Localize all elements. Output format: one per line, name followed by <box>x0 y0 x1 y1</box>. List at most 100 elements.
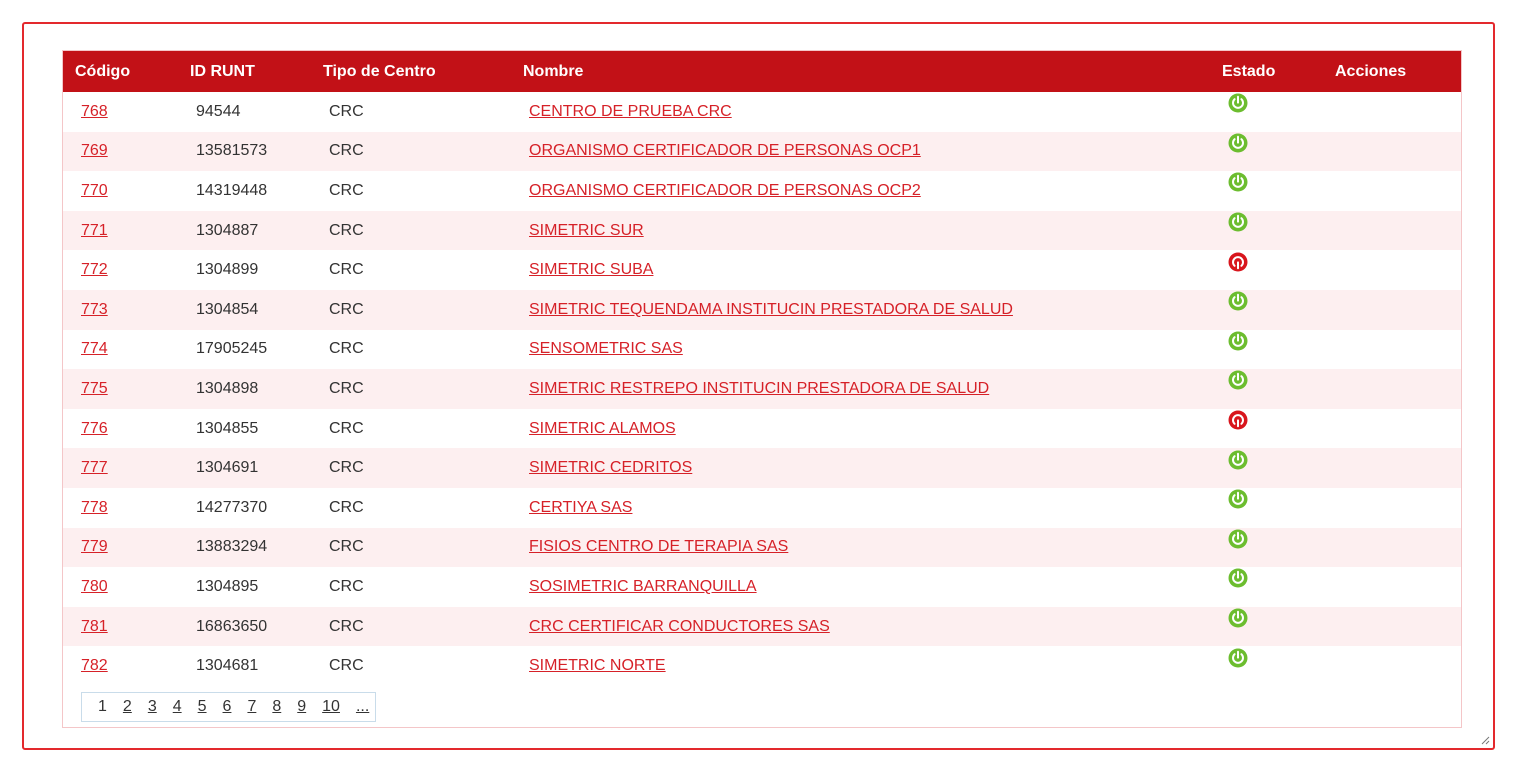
power-on-icon[interactable] <box>1228 93 1248 113</box>
codigo-link[interactable]: 779 <box>81 538 108 555</box>
codigo-link[interactable]: 771 <box>81 222 108 239</box>
cell-nombre: ORGANISMO CERTIFICADOR DE PERSONAS OCP2 <box>511 171 1210 211</box>
cell-estado <box>1210 92 1323 132</box>
codigo-link[interactable]: 770 <box>81 182 108 199</box>
codigo-link[interactable]: 769 <box>81 142 108 159</box>
cell-id-runt: 17905245 <box>178 329 311 370</box>
cell-nombre: SENSOMETRIC SAS <box>511 329 1210 370</box>
cell-id-runt: 16863650 <box>178 606 311 647</box>
power-on-icon[interactable] <box>1228 172 1248 192</box>
cell-acciones <box>1323 448 1461 488</box>
header-codigo[interactable]: Código <box>63 51 178 92</box>
codigo-link[interactable]: 782 <box>81 657 108 674</box>
nombre-link[interactable]: CERTIYA SAS <box>529 499 632 516</box>
nombre-link[interactable]: ORGANISMO CERTIFICADOR DE PERSONAS OCP1 <box>529 142 921 159</box>
cell-tipo-centro: CRC <box>311 646 511 686</box>
cell-codigo: 781 <box>63 606 178 647</box>
page-link[interactable]: 9 <box>297 698 306 716</box>
nombre-link[interactable]: SOSIMETRIC BARRANQUILLA <box>529 578 757 595</box>
codigo-link[interactable]: 781 <box>81 618 108 635</box>
nombre-link[interactable]: CENTRO DE PRUEBA CRC <box>529 103 732 120</box>
table-row: 778 14277370 CRC CERTIYA SAS <box>63 487 1461 528</box>
pagination: 1 2 3 4 5 6 7 8 9 10... <box>81 692 377 722</box>
page-link[interactable]: 6 <box>223 698 232 716</box>
table-header-row: Código ID RUNT Tipo de Centro Nombre Est… <box>63 51 1461 92</box>
power-on-icon[interactable] <box>1228 568 1248 588</box>
codigo-link[interactable]: 774 <box>81 340 108 357</box>
page-link[interactable]: 5 <box>198 698 207 716</box>
table-row: 782 1304681 CRC SIMETRIC NORTE <box>63 646 1461 686</box>
page-link[interactable]: 10 <box>322 698 340 716</box>
cell-nombre: ORGANISMO CERTIFICADOR DE PERSONAS OCP1 <box>511 131 1210 172</box>
codigo-link[interactable]: 773 <box>81 301 108 318</box>
cell-id-runt: 13883294 <box>178 527 311 568</box>
codigo-link[interactable]: 768 <box>81 103 108 120</box>
cell-codigo: 778 <box>63 487 178 528</box>
nombre-link[interactable]: SIMETRIC SUBA <box>529 261 653 278</box>
grid-container: Código ID RUNT Tipo de Centro Nombre Est… <box>22 22 1495 750</box>
nombre-link[interactable]: SIMETRIC TEQUENDAMA INSTITUCIN PRESTADOR… <box>529 301 1013 318</box>
power-on-icon[interactable] <box>1228 291 1248 311</box>
codigo-link[interactable]: 780 <box>81 578 108 595</box>
table-row: 777 1304691 CRC SIMETRIC CEDRITOS <box>63 448 1461 488</box>
page-link[interactable]: 2 <box>123 698 132 716</box>
power-on-icon[interactable] <box>1228 608 1248 628</box>
codigo-link[interactable]: 775 <box>81 380 108 397</box>
codigo-link[interactable]: 777 <box>81 459 108 476</box>
cell-acciones <box>1323 250 1461 290</box>
cell-acciones <box>1323 646 1461 686</box>
power-on-icon[interactable] <box>1228 212 1248 232</box>
nombre-link[interactable]: SIMETRIC RESTREPO INSTITUCIN PRESTADORA … <box>529 380 989 397</box>
codigo-link[interactable]: 778 <box>81 499 108 516</box>
cell-nombre: SIMETRIC NORTE <box>511 646 1210 686</box>
power-on-icon[interactable] <box>1228 648 1248 668</box>
cell-acciones <box>1323 329 1461 370</box>
cell-estado <box>1210 369 1323 409</box>
nombre-link[interactable]: SIMETRIC NORTE <box>529 657 666 674</box>
power-off-icon[interactable] <box>1228 252 1248 272</box>
power-on-icon[interactable] <box>1228 331 1248 351</box>
cell-estado <box>1210 567 1323 607</box>
codigo-link[interactable]: 776 <box>81 420 108 437</box>
header-tipo-centro[interactable]: Tipo de Centro <box>311 51 511 92</box>
data-grid: Código ID RUNT Tipo de Centro Nombre Est… <box>62 50 1462 728</box>
nombre-link[interactable]: FISIOS CENTRO DE TERAPIA SAS <box>529 538 788 555</box>
page-link[interactable]: 4 <box>173 698 182 716</box>
cell-tipo-centro: CRC <box>311 92 511 132</box>
power-on-icon[interactable] <box>1228 529 1248 549</box>
cell-id-runt: 13581573 <box>178 131 311 172</box>
cell-acciones <box>1323 408 1461 449</box>
nombre-link[interactable]: SIMETRIC CEDRITOS <box>529 459 692 476</box>
header-id-runt[interactable]: ID RUNT <box>178 51 311 92</box>
table-row: 770 14319448 CRC ORGANISMO CERTIFICADOR DE … <box>63 171 1461 211</box>
table-row: 775 1304898 CRC SIMETRIC RESTREPO INSTITUCI… <box>63 369 1461 409</box>
nombre-link[interactable]: ORGANISMO CERTIFICADOR DE PERSONAS OCP2 <box>529 182 921 199</box>
cell-acciones <box>1323 289 1461 330</box>
power-off-icon[interactable] <box>1228 410 1248 430</box>
page-more-link[interactable]: ... <box>356 698 369 716</box>
codigo-link[interactable]: 772 <box>81 261 108 278</box>
page-link[interactable]: 3 <box>148 698 157 716</box>
cell-estado <box>1210 289 1323 330</box>
resize-grip-icon[interactable] <box>1480 735 1490 745</box>
nombre-link[interactable]: SENSOMETRIC SAS <box>529 340 683 357</box>
nombre-link[interactable]: SIMETRIC SUR <box>529 222 644 239</box>
power-on-icon[interactable] <box>1228 370 1248 390</box>
page-link[interactable]: 8 <box>272 698 281 716</box>
cell-nombre: FISIOS CENTRO DE TERAPIA SAS <box>511 527 1210 568</box>
page-link[interactable]: 7 <box>247 698 256 716</box>
cell-codigo: 770 <box>63 171 178 211</box>
cell-nombre: SIMETRIC TEQUENDAMA INSTITUCIN PRESTADOR… <box>511 289 1210 330</box>
nombre-link[interactable]: CRC CERTIFICAR CONDUCTORES SAS <box>529 618 830 635</box>
nombre-link[interactable]: SIMETRIC ALAMOS <box>529 420 676 437</box>
header-nombre[interactable]: Nombre <box>511 51 1210 92</box>
power-on-icon[interactable] <box>1228 133 1248 153</box>
cell-codigo: 773 <box>63 289 178 330</box>
cell-id-runt: 1304895 <box>178 567 311 607</box>
power-on-icon[interactable] <box>1228 450 1248 470</box>
header-estado[interactable]: Estado <box>1210 51 1323 92</box>
power-on-icon[interactable] <box>1228 489 1248 509</box>
cell-codigo: 772 <box>63 250 178 290</box>
cell-nombre: SIMETRIC ALAMOS <box>511 408 1210 449</box>
cell-nombre: SIMETRIC SUR <box>511 210 1210 251</box>
